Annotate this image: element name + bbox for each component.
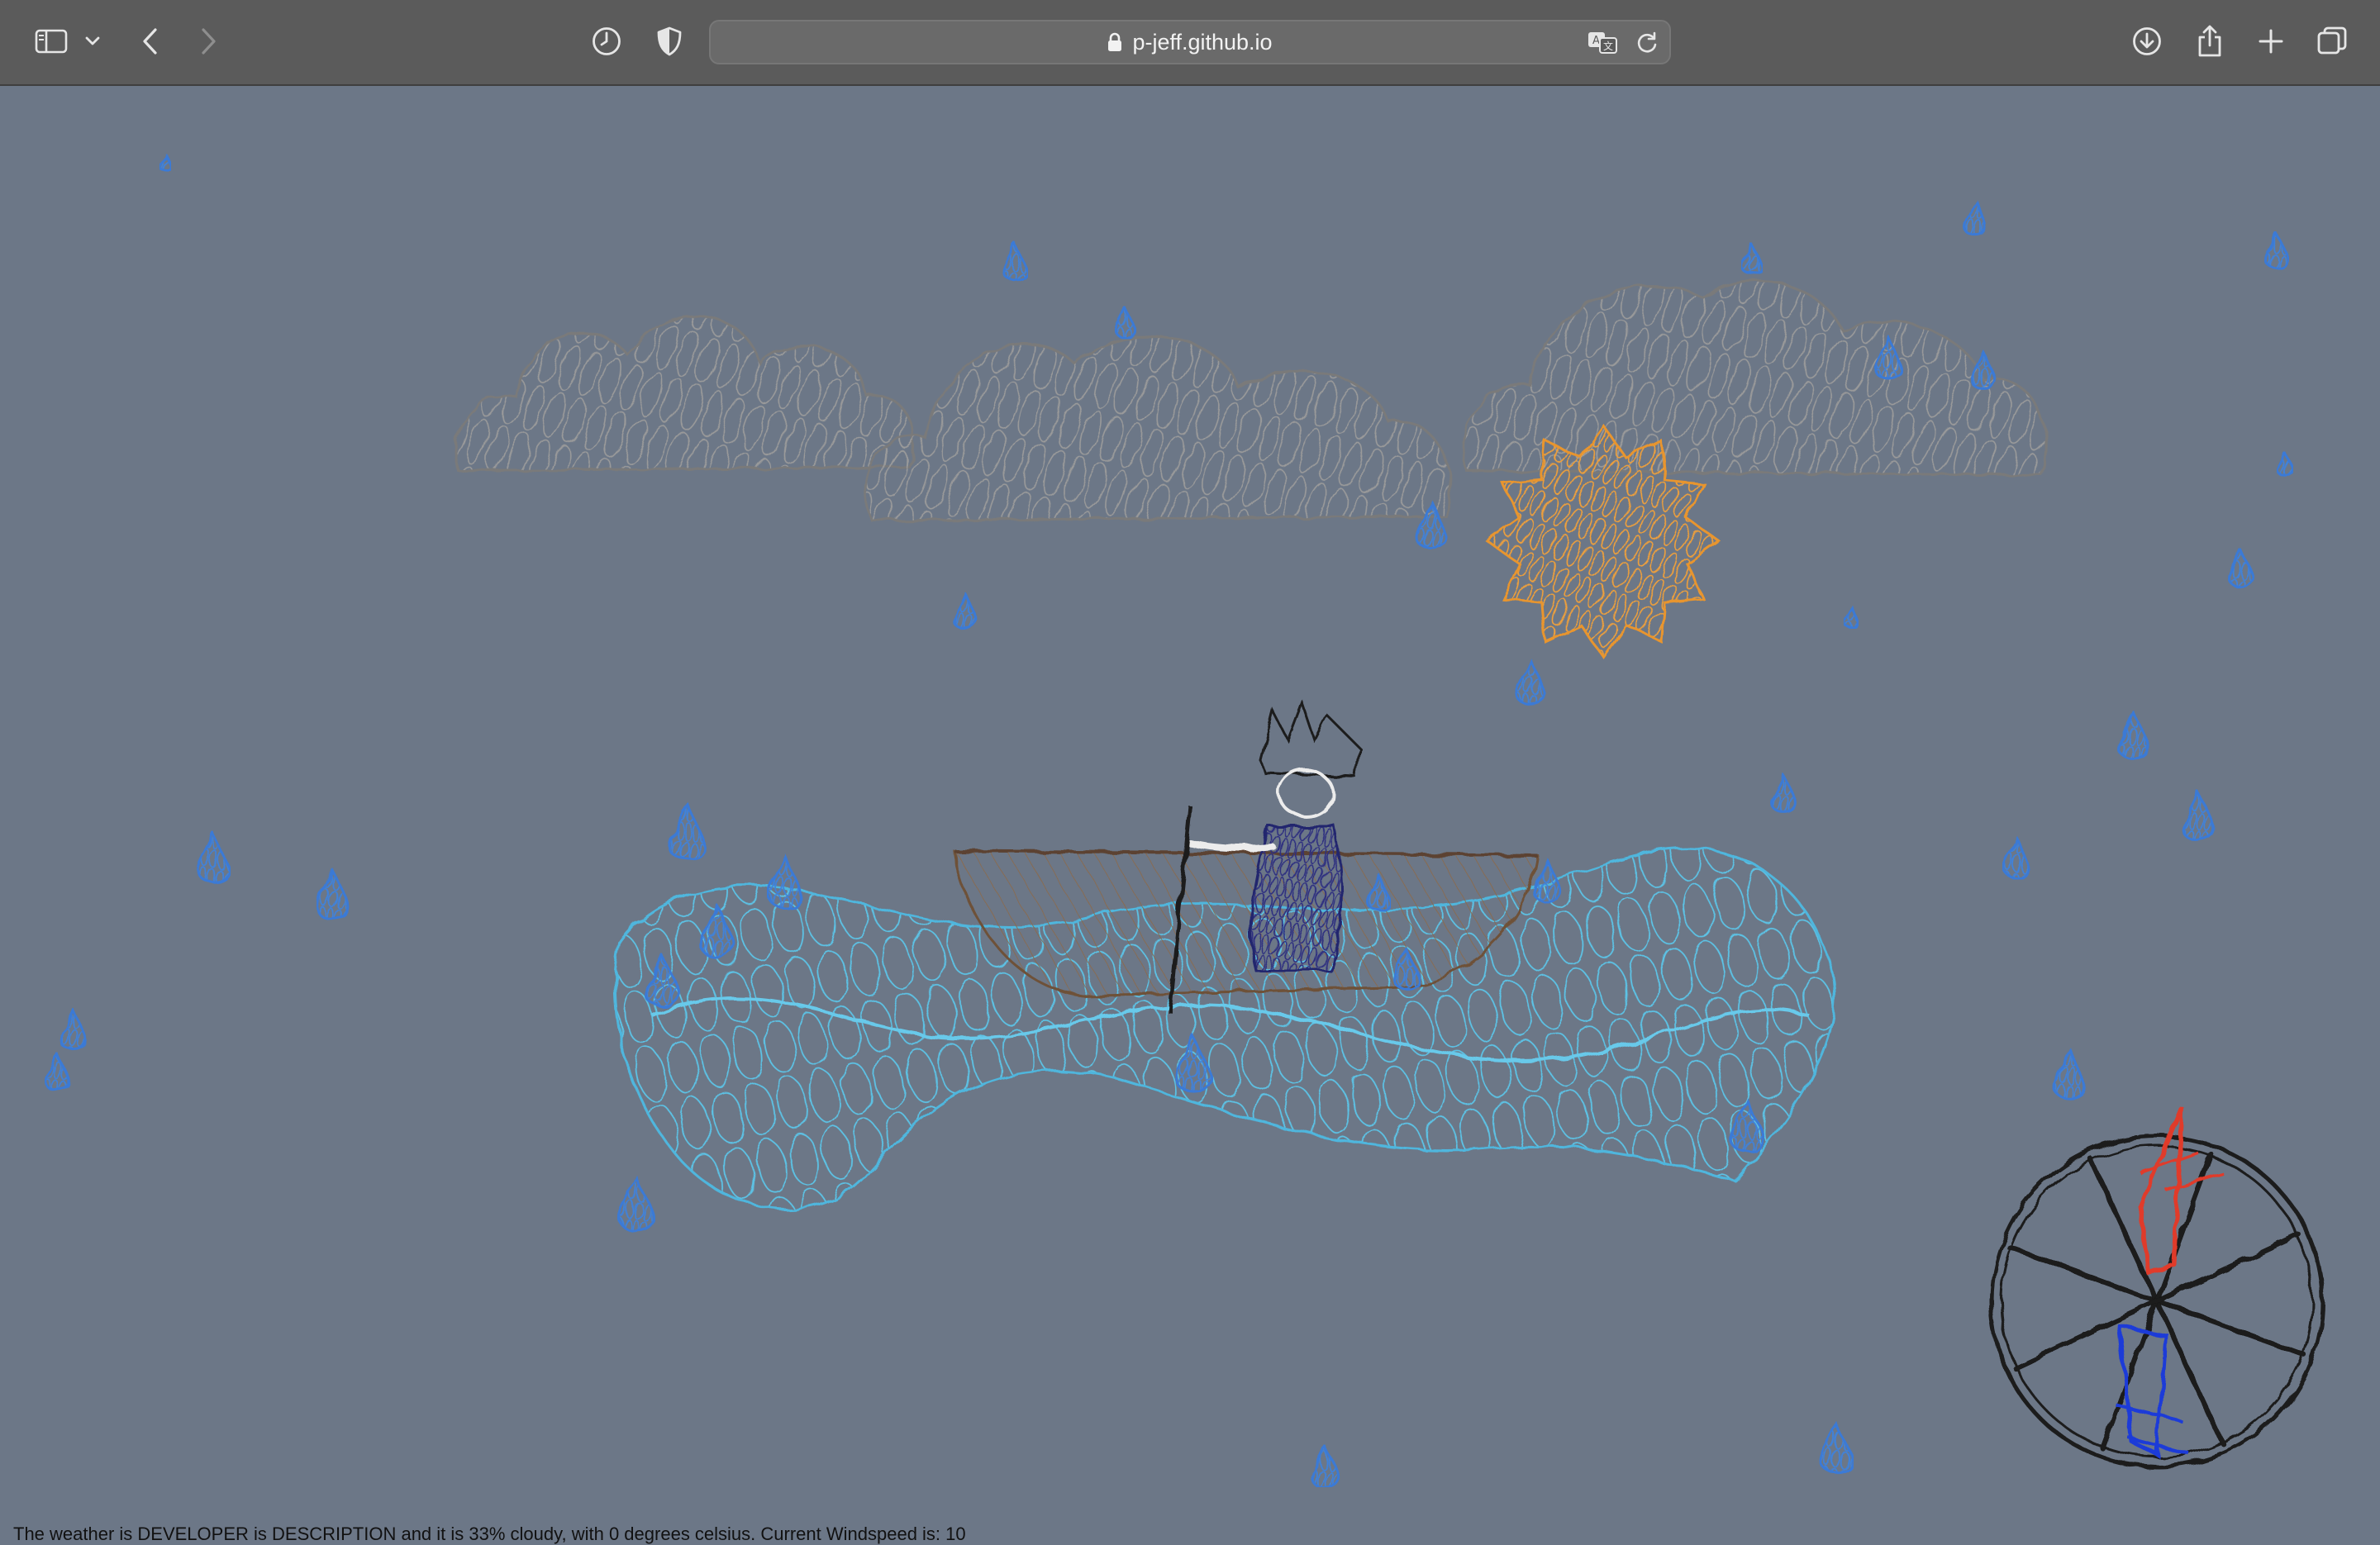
- weather-description: The weather is DEVELOPER is DESCRIPTION …: [13, 1524, 966, 1544]
- translate-icon: A 文: [1588, 32, 1617, 54]
- browser-toolbar: p-jeff.github.io A 文: [0, 0, 2380, 86]
- address-bar[interactable]: p-jeff.github.io A 文: [709, 20, 1671, 64]
- rain-drop: [1532, 856, 1562, 903]
- chevron-left-icon: [143, 28, 157, 55]
- new-tab-button[interactable]: [2248, 18, 2294, 64]
- share-icon: [2198, 25, 2221, 57]
- wind-compass: [1989, 1106, 2325, 1469]
- share-button[interactable]: [2187, 18, 2233, 64]
- forward-button[interactable]: [185, 18, 231, 64]
- tab-overview-button[interactable]: [2309, 18, 2355, 64]
- rain-drop: [2228, 546, 2254, 588]
- clock-icon: [593, 27, 621, 55]
- rain-drop: [196, 830, 231, 883]
- svg-text:A: A: [1592, 35, 1600, 47]
- boat: [953, 849, 1539, 997]
- rain-drop: [2276, 449, 2294, 478]
- rain-drop: [59, 1006, 87, 1051]
- reload-icon: [1637, 31, 1657, 53]
- rain-drop: [617, 1174, 655, 1232]
- rain-drop: [952, 591, 978, 630]
- rain-drop: [1114, 304, 1137, 340]
- rain-drop: [2052, 1046, 2087, 1100]
- history-button[interactable]: [583, 18, 630, 64]
- rain-drop: [668, 801, 707, 862]
- rain-drop: [1970, 348, 1997, 390]
- rain-drop: [315, 867, 350, 920]
- sidebar-menu-button[interactable]: [76, 18, 109, 64]
- rain-drop: [2002, 834, 2030, 879]
- sidebar-button[interactable]: [28, 18, 74, 64]
- url-text: p-jeff.github.io: [1132, 29, 1273, 55]
- reload-button[interactable]: [1635, 31, 1659, 59]
- chevron-right-icon: [202, 28, 216, 55]
- rain-drop: [1962, 197, 1988, 236]
- chevron-down-icon: [85, 36, 100, 45]
- weather-canvas: The weather is DEVELOPER is DESCRIPTION …: [0, 86, 2380, 1544]
- rain-drop: [2263, 230, 2290, 269]
- lock-icon: [1108, 32, 1122, 51]
- rain-drop: [2117, 709, 2150, 760]
- download-icon: [2133, 27, 2161, 55]
- rain-drop: [1843, 603, 1859, 629]
- rain-drop: [1002, 239, 1028, 281]
- tabs-overview-icon: [2317, 26, 2347, 55]
- rain-drop: [2181, 788, 2216, 842]
- cloud-left: [455, 314, 916, 473]
- plus-icon: [2259, 29, 2283, 54]
- privacy-report-button[interactable]: [646, 18, 693, 64]
- rain-drop: [1740, 240, 1764, 276]
- rain-drop: [1770, 771, 1797, 813]
- compass-spoke: [2011, 1232, 2302, 1371]
- sidebar-icon: [35, 29, 68, 54]
- shield-icon: [657, 26, 682, 56]
- rain-drop: [1819, 1420, 1854, 1474]
- rain-drop: [767, 853, 803, 909]
- svg-text:文: 文: [1603, 40, 1613, 52]
- cloud-middle: [863, 335, 1452, 522]
- translate-button[interactable]: A 文: [1587, 30, 1620, 60]
- back-button[interactable]: [127, 18, 174, 64]
- downloads-button[interactable]: [2124, 18, 2170, 64]
- rain-drop: [45, 1050, 71, 1092]
- rain-drop: [159, 151, 172, 173]
- rain-drop: [1311, 1443, 1340, 1487]
- rain-drop: [1515, 657, 1546, 706]
